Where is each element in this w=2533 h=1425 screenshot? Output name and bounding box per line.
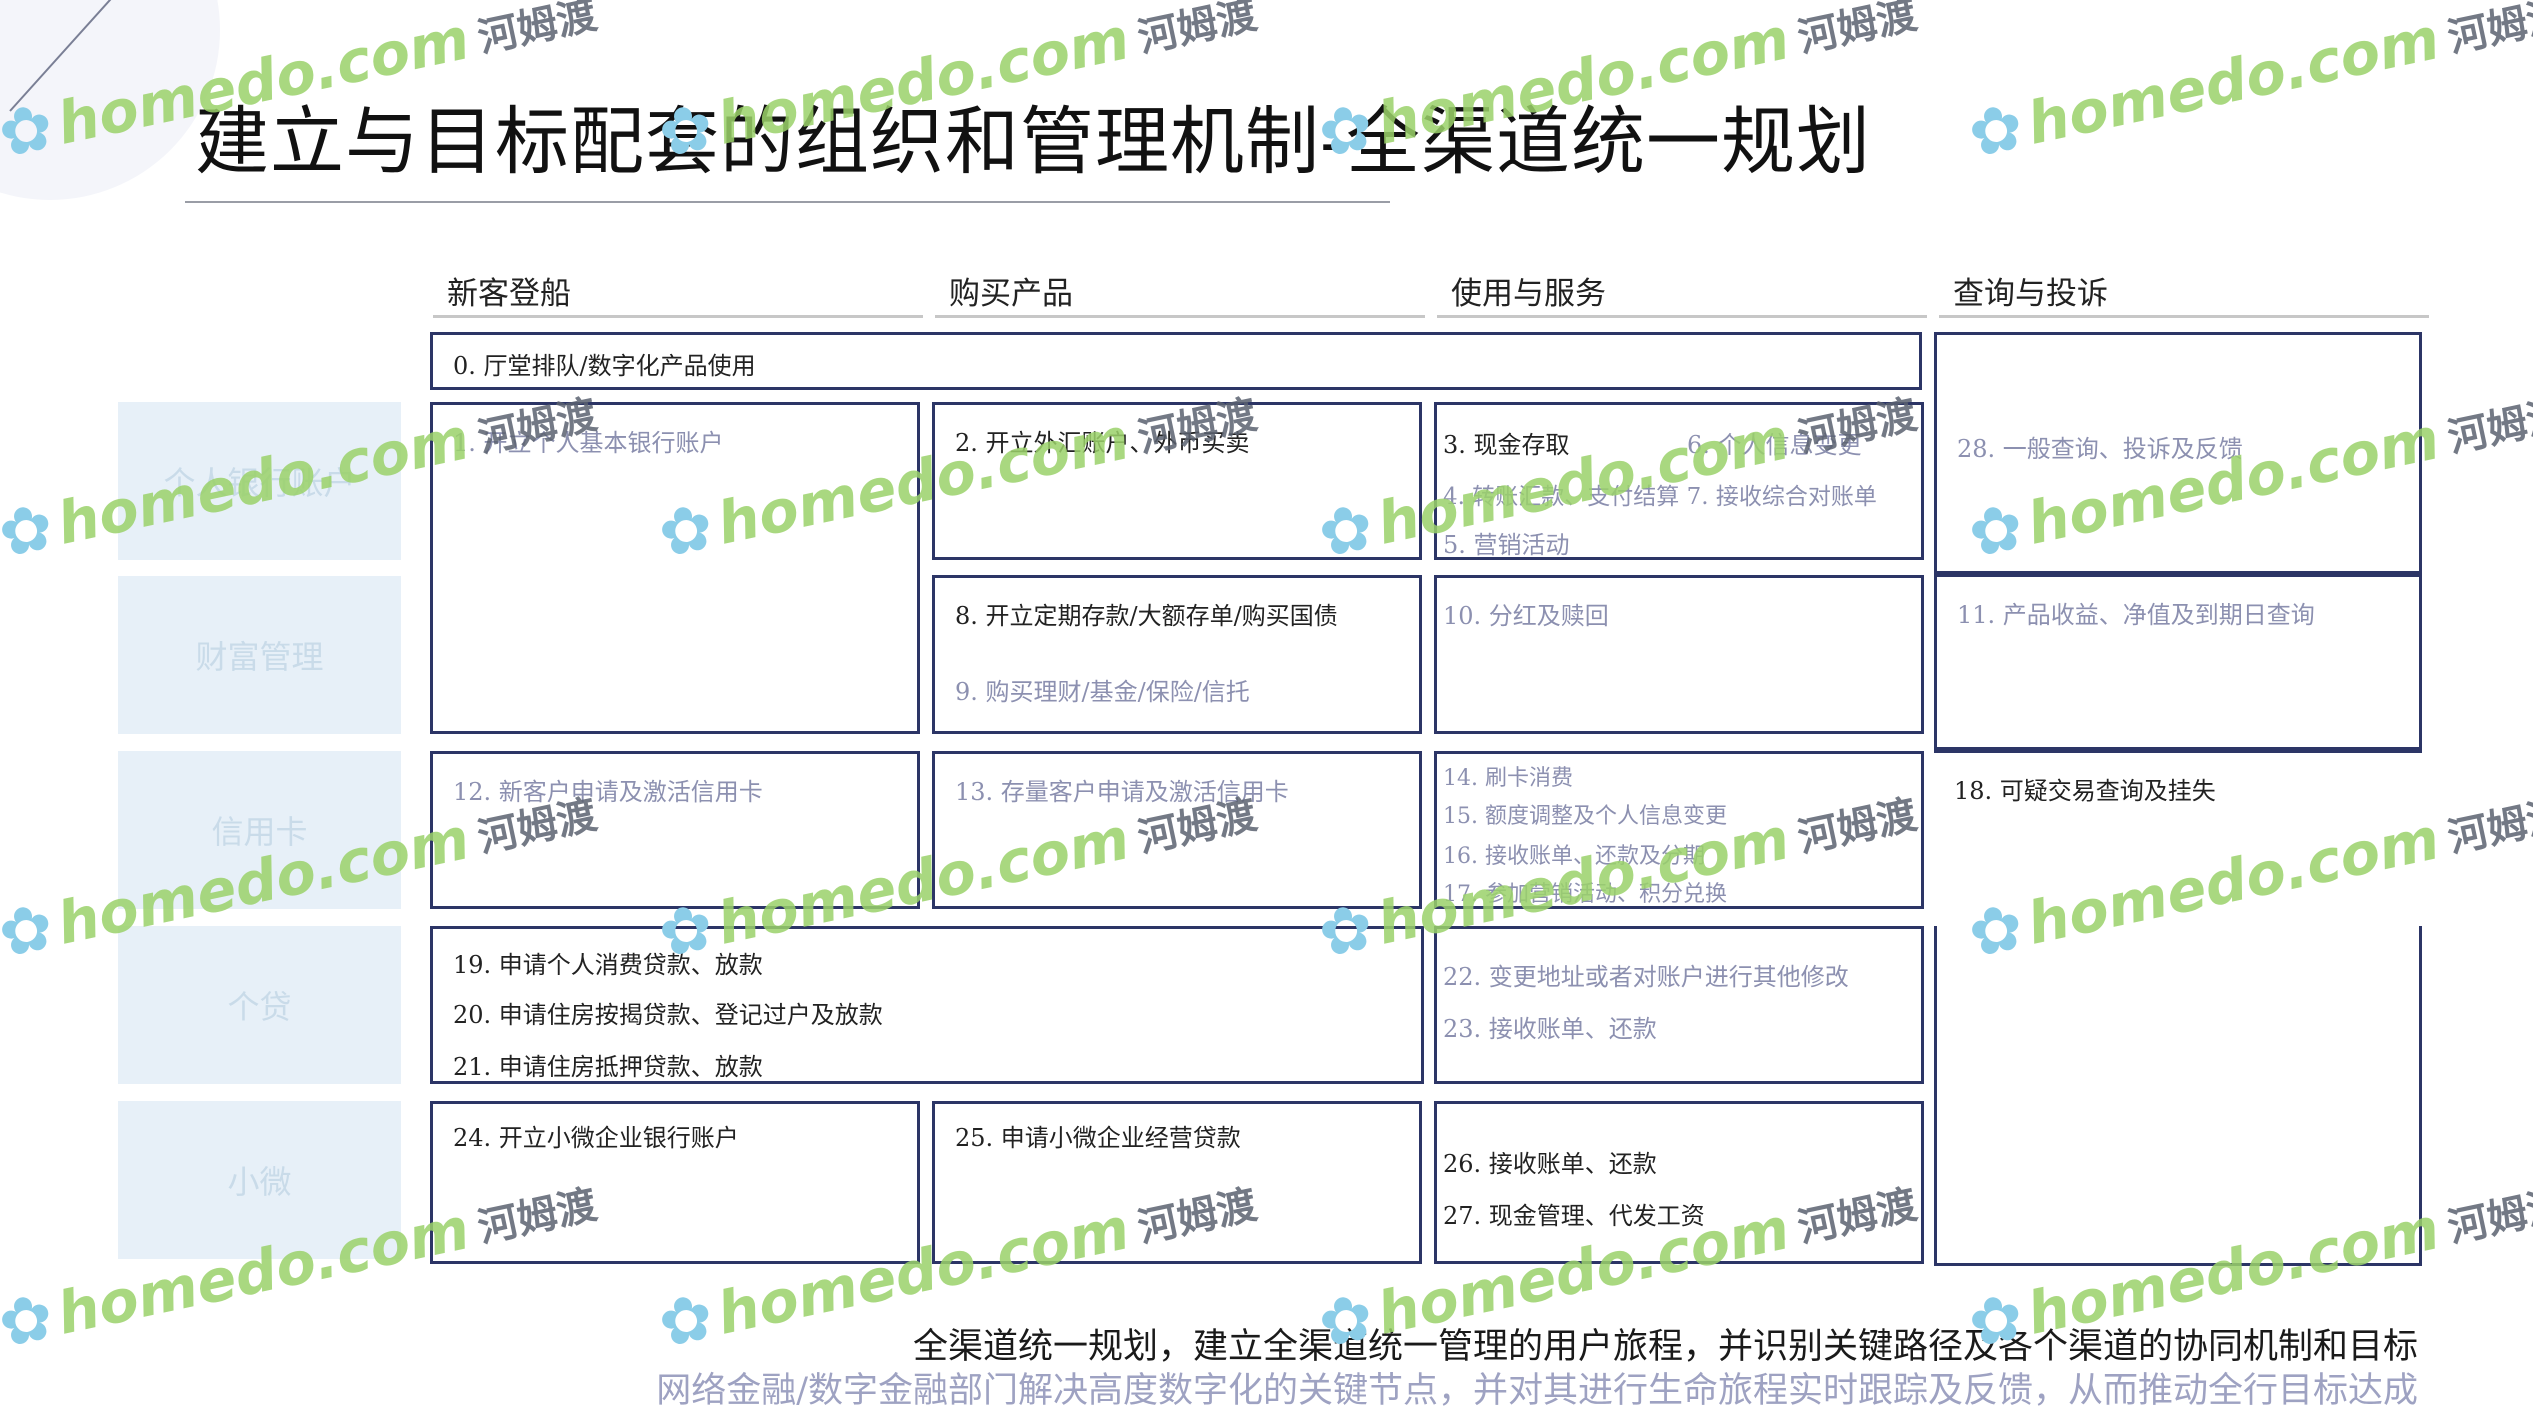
cell-28: 28. 一般查询、投诉及反馈 [1934, 332, 2422, 574]
cell-3: 3. 现金存取 6. 个人信息变更 4. 转账汇款、支付结算 7. 接收综合对账… [1434, 402, 1924, 560]
cell-text: 4. 转账汇款、支付结算 7. 接收综合对账单 [1443, 484, 1877, 510]
flower-icon: ✿ [0, 1279, 61, 1364]
row-label-small-micro: 小微 [118, 1101, 401, 1259]
corner-decoration [0, 0, 220, 200]
cell-text: 5. 营销活动 [1443, 531, 1570, 559]
cell-text: 19. 申请个人消费贷款、放款 [453, 951, 763, 979]
cell-22-23: 22. 变更地址或者对账户进行其他修改 23. 接收账单、还款 [1434, 926, 1924, 1084]
cell-24: 24. 开立小微企业银行账户 [430, 1101, 920, 1264]
column-header-onboarding: 新客登船 [433, 268, 923, 318]
column-header-purchase: 购买产品 [935, 268, 1425, 318]
cell-inquiry-bottom [1934, 926, 2422, 1266]
cell-text: 2. 开立外汇账户、外币买卖 [955, 429, 1250, 457]
cell-text: 10. 分红及赎回 [1443, 602, 1609, 630]
cell-text: 13. 存量客户申请及激活信用卡 [955, 778, 1289, 806]
slide: 建立与目标配套的组织和管理机制-全渠道统一规划 新客登船 购买产品 使用与服务 … [0, 0, 2533, 1425]
cell-8-9: 8. 开立定期存款/大额存单/购买国债 9. 购买理财/基金/保险/信托 [932, 575, 1422, 734]
cell-text: 11. 产品收益、净值及到期日查询 [1957, 601, 2315, 629]
cell-text: 0. 厅堂排队/数字化产品使用 [453, 352, 756, 380]
footer-summary-line2: 网络金融/数字金融部门解决高度数字化的关键节点，并对其进行生命旅程实时跟踪及反馈… [656, 1371, 2418, 1411]
cell-text: 27. 现金管理、代发工资 [1443, 1202, 1705, 1230]
cell-text: 20. 申请住房按揭贷款、登记过户及放款 [453, 1001, 883, 1029]
cell-text: 21. 申请住房抵押贷款、放款 [453, 1053, 763, 1081]
cell-banner: 0. 厅堂排队/数字化产品使用 [430, 332, 1922, 390]
cell-text: 12. 新客户申请及激活信用卡 [453, 778, 763, 806]
cell-10: 10. 分红及赎回 [1434, 575, 1924, 734]
column-header-inquiry: 查询与投诉 [1939, 268, 2429, 318]
cell-text: 3. 现金存取 [1443, 431, 1570, 459]
flower-icon: ✿ [1962, 89, 2031, 174]
cell-text: 6. 个人信息变更 [1687, 431, 1862, 459]
cell-text: 25. 申请小微企业经营贷款 [955, 1124, 1241, 1152]
cell-13: 13. 存量客户申请及激活信用卡 [932, 751, 1422, 909]
flower-icon: ✿ [0, 489, 61, 574]
cell-text: 28. 一般查询、投诉及反馈 [1957, 435, 2243, 463]
page-title: 建立与目标配套的组织和管理机制-全渠道统一规划 [195, 99, 1872, 185]
cell-19-21: 19. 申请个人消费贷款、放款 20. 申请住房按揭贷款、登记过户及放款 21.… [430, 926, 1424, 1084]
cell-text: 8. 开立定期存款/大额存单/购买国债 [955, 602, 1338, 630]
cell-2: 2. 开立外汇账户、外币买卖 [932, 402, 1422, 560]
flower-icon: ✿ [0, 889, 61, 974]
cell-text: 16. 接收账单、还款及分期 [1443, 844, 1705, 869]
row-label-wealth: 财富管理 [118, 576, 401, 734]
cell-text: 22. 变更地址或者对账户进行其他修改 [1443, 963, 1849, 991]
cell-text: 1. 开立个人基本银行账户 [453, 429, 724, 457]
cell-text: 9. 购买理财/基金/保险/信托 [955, 678, 1250, 706]
row-label-personal-account: 个人银行账户 [118, 402, 401, 560]
cell-text: 17. 参加营销活动、积分兑换 [1443, 882, 1727, 907]
watermark: ✿ homedo.com 河姆渡 [1962, 0, 2533, 174]
cell-18: 18. 可疑交易查询及挂失 [1934, 750, 2422, 910]
cell-text: 26. 接收账单、还款 [1443, 1150, 1657, 1178]
cell-text: 23. 接收账单、还款 [1443, 1015, 1657, 1043]
cell-text: 18. 可疑交易查询及挂失 [1954, 777, 2216, 805]
cell-text: 14. 刷卡消费 [1443, 766, 1573, 791]
title-divider [185, 201, 1390, 203]
cell-26-27: 26. 接收账单、还款 27. 现金管理、代发工资 [1434, 1101, 1924, 1264]
row-label-personal-loan: 个贷 [118, 926, 401, 1084]
cell-12: 12. 新客户申请及激活信用卡 [430, 751, 920, 909]
cell-25: 25. 申请小微企业经营贷款 [932, 1101, 1422, 1264]
cell-11: 11. 产品收益、净值及到期日查询 [1934, 574, 2422, 750]
column-header-service: 使用与服务 [1437, 268, 1927, 318]
flower-icon: ✿ [652, 1279, 721, 1364]
cell-14-17: 14. 刷卡消费 15. 额度调整及个人信息变更 16. 接收账单、还款及分期 … [1434, 751, 1924, 909]
cell-1: 1. 开立个人基本银行账户 [430, 402, 920, 734]
cell-text: 15. 额度调整及个人信息变更 [1443, 804, 1727, 829]
row-label-credit-card: 信用卡 [118, 751, 401, 909]
cell-text: 24. 开立小微企业银行账户 [453, 1124, 739, 1152]
